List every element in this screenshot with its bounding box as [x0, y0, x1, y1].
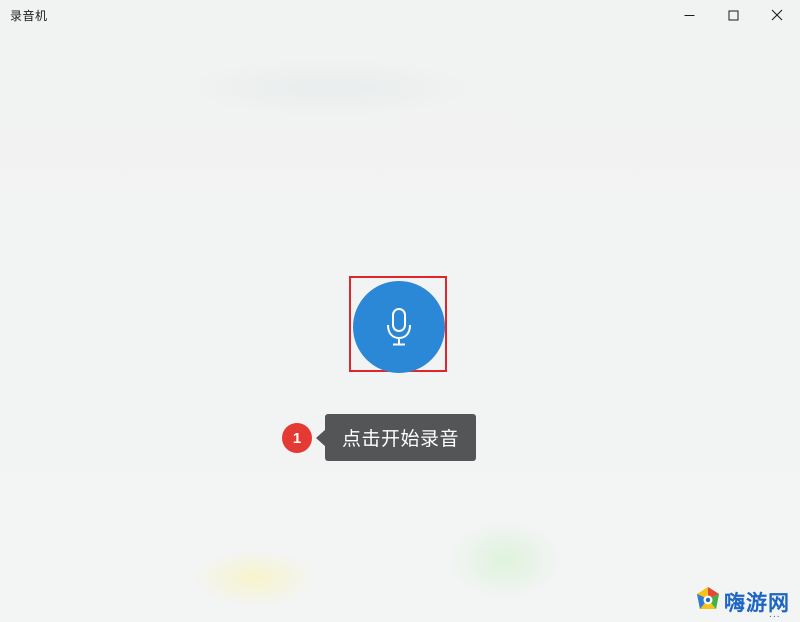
- app-title: 录音机: [10, 9, 48, 23]
- close-button[interactable]: [754, 0, 800, 30]
- watermark-dots: ...: [769, 610, 781, 620]
- title-bar[interactable]: 录音机: [0, 0, 800, 30]
- maximize-icon: [728, 10, 739, 21]
- minimize-icon: [684, 10, 695, 21]
- start-recording-button[interactable]: [353, 281, 445, 373]
- watermark-logo-icon: [694, 585, 722, 613]
- maximize-button[interactable]: [710, 0, 756, 30]
- site-watermark: 嗨游网 ...: [694, 585, 798, 620]
- instruction-tooltip: 点击开始录音: [325, 414, 476, 461]
- minimize-button[interactable]: [666, 0, 712, 30]
- close-icon: [771, 9, 783, 21]
- step-number-badge: 1: [282, 423, 312, 453]
- microphone-icon: [385, 307, 413, 347]
